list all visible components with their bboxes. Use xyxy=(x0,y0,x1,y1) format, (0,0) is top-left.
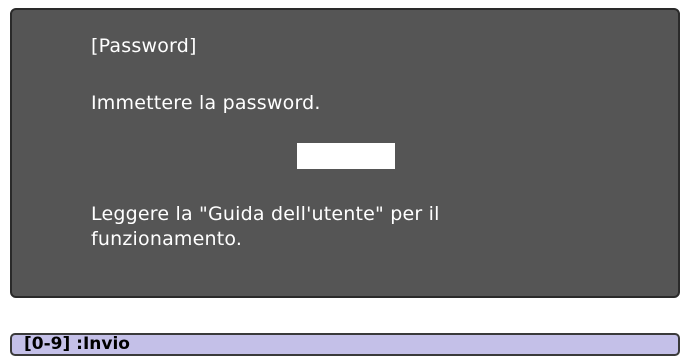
password-prompt: Immettere la password. xyxy=(91,92,321,114)
projector-screen: [Password] Immettere la password. Legger… xyxy=(0,0,686,356)
dialog-title: [Password] xyxy=(91,35,197,57)
password-dialog: [Password] Immettere la password. Legger… xyxy=(10,8,680,298)
password-input[interactable] xyxy=(297,143,395,169)
key-hint-bar: [0-9] :Invio xyxy=(10,333,680,356)
help-text: Leggere la "Guida dell'utente" per il fu… xyxy=(91,203,440,250)
key-hint-text: [0-9] :Invio xyxy=(24,334,130,354)
